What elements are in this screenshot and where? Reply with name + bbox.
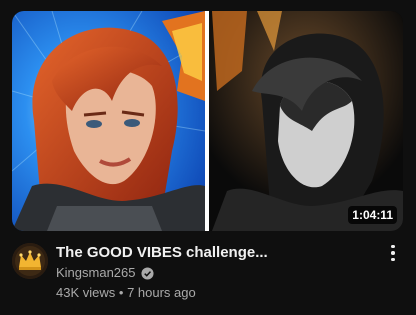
thumbnail-image bbox=[12, 11, 403, 231]
video-card[interactable]: 1:04:11 The GOOD VIBES challenge... King… bbox=[0, 0, 416, 315]
upload-age: 7 hours ago bbox=[127, 285, 196, 300]
channel-avatar[interactable] bbox=[12, 243, 48, 279]
video-title[interactable]: The GOOD VIBES challenge... bbox=[56, 243, 376, 263]
channel-row: Kingsman265 bbox=[56, 264, 154, 282]
view-count: 43K views bbox=[56, 285, 116, 300]
video-meta: The GOOD VIBES challenge... Kingsman265 … bbox=[12, 238, 404, 308]
stats-separator: • bbox=[118, 285, 124, 300]
video-thumbnail[interactable]: 1:04:11 bbox=[12, 11, 403, 231]
channel-name[interactable]: Kingsman265 bbox=[56, 264, 136, 282]
crown-icon bbox=[12, 243, 48, 279]
more-vertical-icon[interactable] bbox=[384, 241, 402, 265]
verified-check-icon bbox=[140, 266, 154, 280]
video-stats: 43K views • 7 hours ago bbox=[56, 284, 196, 302]
duration-badge: 1:04:11 bbox=[348, 206, 397, 224]
